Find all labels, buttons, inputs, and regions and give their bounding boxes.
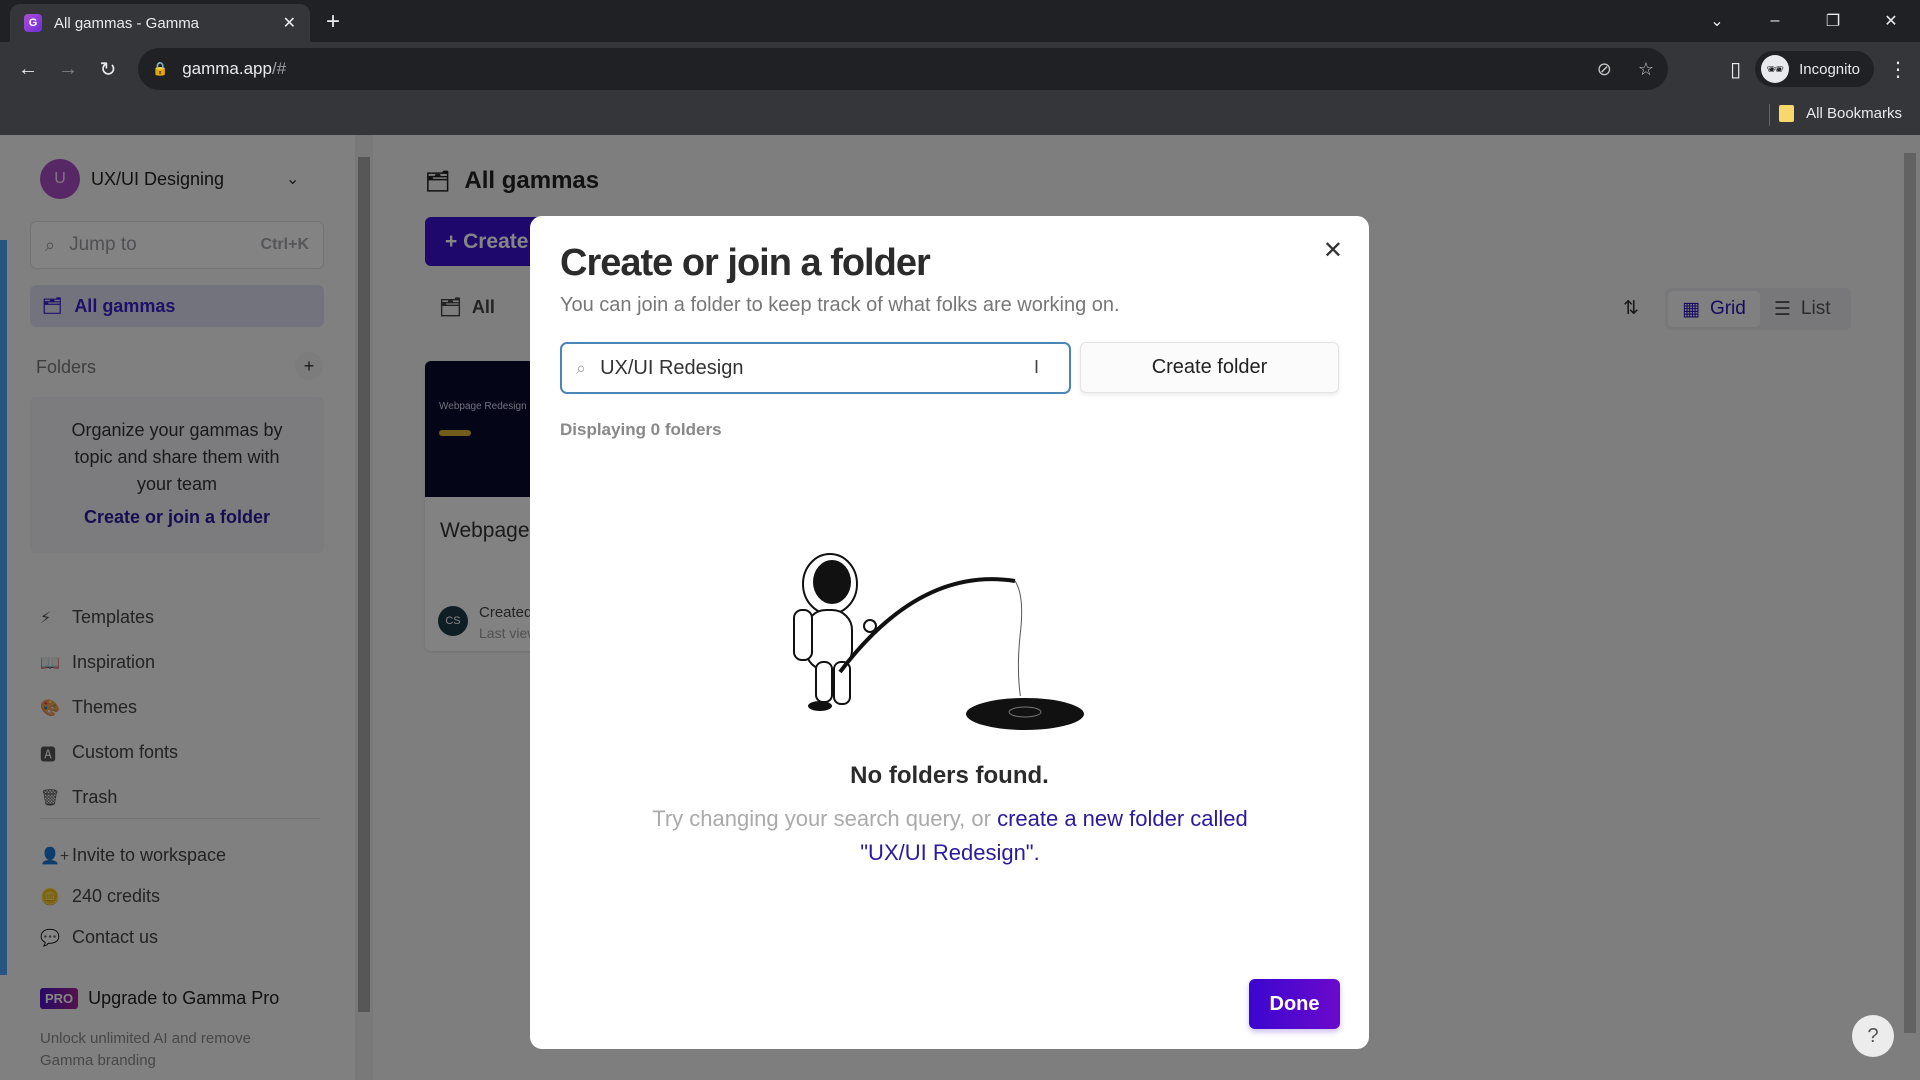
browser-tab-strip: G All gammas - Gamma ✕ + ⌄ – ❐ ✕ [0, 0, 1920, 42]
black-hole [964, 696, 1086, 732]
side-panel-icon[interactable]: ▯ [1730, 57, 1741, 82]
tab-search-icon[interactable]: ⌄ [1688, 11, 1746, 31]
bookmark-folder-icon [1779, 105, 1795, 122]
new-tab-button[interactable]: + [326, 8, 340, 36]
browser-menu-icon[interactable]: ⋮ [1888, 57, 1908, 82]
bookmarks-divider [1769, 104, 1770, 126]
help-button[interactable]: ? [1852, 1015, 1894, 1057]
folder-search-input[interactable] [600, 356, 1041, 380]
dialog-title: Create or join a folder [560, 242, 931, 284]
create-folder-button[interactable]: Create folder [1080, 342, 1339, 393]
all-bookmarks-button[interactable]: All Bookmarks [1779, 105, 1902, 122]
tab-close-icon[interactable]: ✕ [283, 13, 296, 33]
incognito-profile-button[interactable]: 🕶 Incognito [1755, 51, 1874, 87]
back-button[interactable]: ← [8, 58, 48, 81]
profile-label: Incognito [1799, 60, 1860, 78]
bookmark-star-icon[interactable]: ☆ [1638, 59, 1654, 80]
folder-search-field[interactable]: ⌕ Ι [560, 342, 1071, 394]
restore-button[interactable]: ❐ [1804, 11, 1862, 31]
all-bookmarks-label: All Bookmarks [1806, 105, 1902, 122]
url-host: gamma.app [182, 59, 272, 78]
fishing-line [1014, 580, 1023, 707]
create-join-folder-dialog: ✕ Create or join a folder You can join a… [530, 216, 1369, 1049]
browser-toolbar: ← → ↻ 🔒 gamma.app/# ⊘ ☆ ▯ 🕶 Incognito ⋮ [0, 42, 1920, 96]
empty-state-description: Try changing your search query, or creat… [640, 802, 1260, 870]
browser-tab[interactable]: G All gammas - Gamma ✕ [10, 4, 310, 42]
bookmarks-bar: All Bookmarks [0, 96, 1920, 135]
gamma-favicon-icon: G [24, 14, 42, 32]
lock-icon[interactable]: 🔒 [152, 61, 168, 77]
address-bar[interactable]: 🔒 gamma.app/# ⊘ ☆ [138, 48, 1668, 90]
astronaut-fishing-illustration [793, 553, 1086, 732]
forward-button[interactable]: → [48, 58, 88, 81]
close-icon[interactable]: ✕ [1323, 236, 1343, 265]
done-button[interactable]: Done [1249, 979, 1340, 1029]
url-path: /# [271, 59, 287, 78]
window-controls: ⌄ – ❐ ✕ [1688, 0, 1920, 42]
folder-count: Displaying 0 folders [560, 420, 722, 439]
empty-state-title: No folders found. [850, 762, 1049, 789]
astronaut-figure [793, 553, 877, 711]
window-close-button[interactable]: ✕ [1862, 11, 1920, 31]
minimize-button[interactable]: – [1746, 12, 1804, 30]
tracking-eye-off-icon[interactable]: ⊘ [1597, 59, 1612, 80]
incognito-icon: 🕶 [1761, 55, 1790, 83]
tab-title: All gammas - Gamma [54, 14, 200, 32]
search-icon: ⌕ [576, 357, 587, 378]
text-cursor-icon: Ι [1034, 357, 1040, 377]
dialog-subtitle: You can join a folder to keep track of w… [560, 294, 1120, 316]
reload-button[interactable]: ↻ [88, 57, 128, 82]
empty-desc-text: Try changing your search query, or [652, 806, 998, 831]
